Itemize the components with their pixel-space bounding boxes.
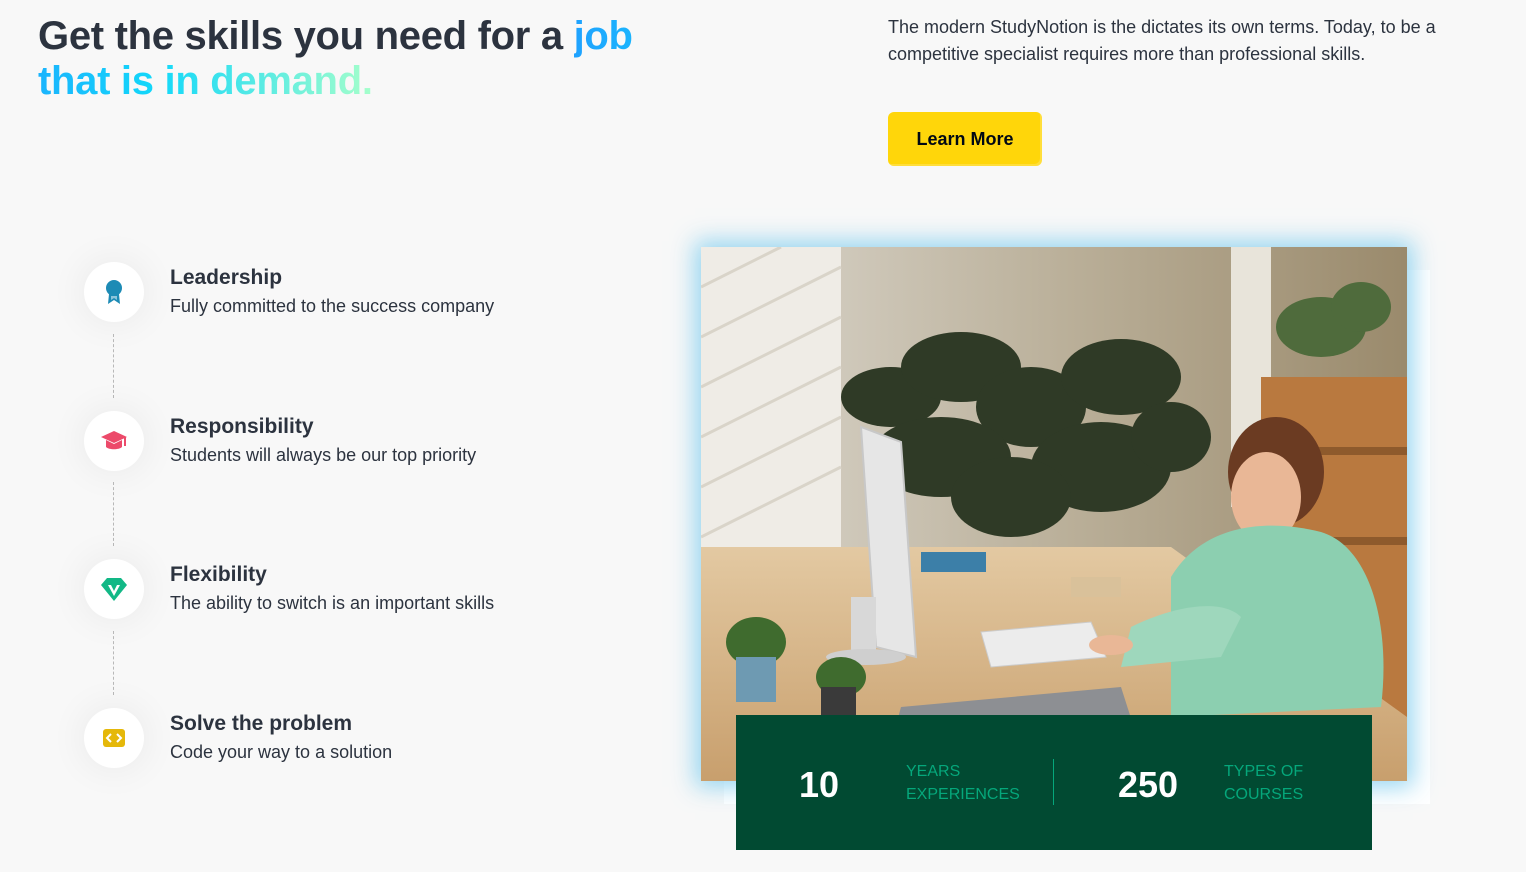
courses-label: TYPES OF COURSES bbox=[1224, 763, 1304, 803]
hero-description: The modern StudyNotion is the dictates i… bbox=[888, 17, 1436, 64]
years-label: YEARS EXPERIENCES bbox=[906, 763, 1020, 803]
hero-image bbox=[701, 247, 1407, 781]
learn-more-button[interactable]: Learn More bbox=[888, 112, 1042, 166]
feature-title: Solve the problem bbox=[170, 712, 353, 735]
diamond-icon bbox=[84, 559, 144, 619]
hero-headline: Get the skills you need for a job that i… bbox=[38, 14, 698, 104]
code-icon bbox=[84, 708, 144, 768]
feature-description: Code your way to a solution bbox=[170, 742, 393, 762]
stats-divider bbox=[1053, 759, 1054, 805]
feature-description: Students will always be our top priority bbox=[170, 445, 477, 465]
feature-title: Responsibility bbox=[170, 415, 314, 438]
award-badge-icon bbox=[84, 262, 144, 322]
stats-panel: 10 YEARS EXPERIENCES 250 TYPES OF COURSE… bbox=[736, 715, 1372, 850]
feature-title: Leadership bbox=[170, 266, 283, 289]
feature-description: Fully committed to the success company bbox=[170, 296, 495, 316]
timeline-connector bbox=[113, 334, 114, 398]
years-value: 10 bbox=[799, 764, 840, 805]
timeline-connector bbox=[113, 482, 114, 546]
timeline-connector bbox=[113, 631, 114, 695]
headline-start: Get the skills you need for a bbox=[38, 14, 574, 58]
courses-value: 250 bbox=[1118, 764, 1179, 805]
feature-title: Flexibility bbox=[170, 563, 267, 586]
feature-description: The ability to switch is an important sk… bbox=[170, 593, 495, 613]
graduation-cap-icon bbox=[84, 411, 144, 471]
